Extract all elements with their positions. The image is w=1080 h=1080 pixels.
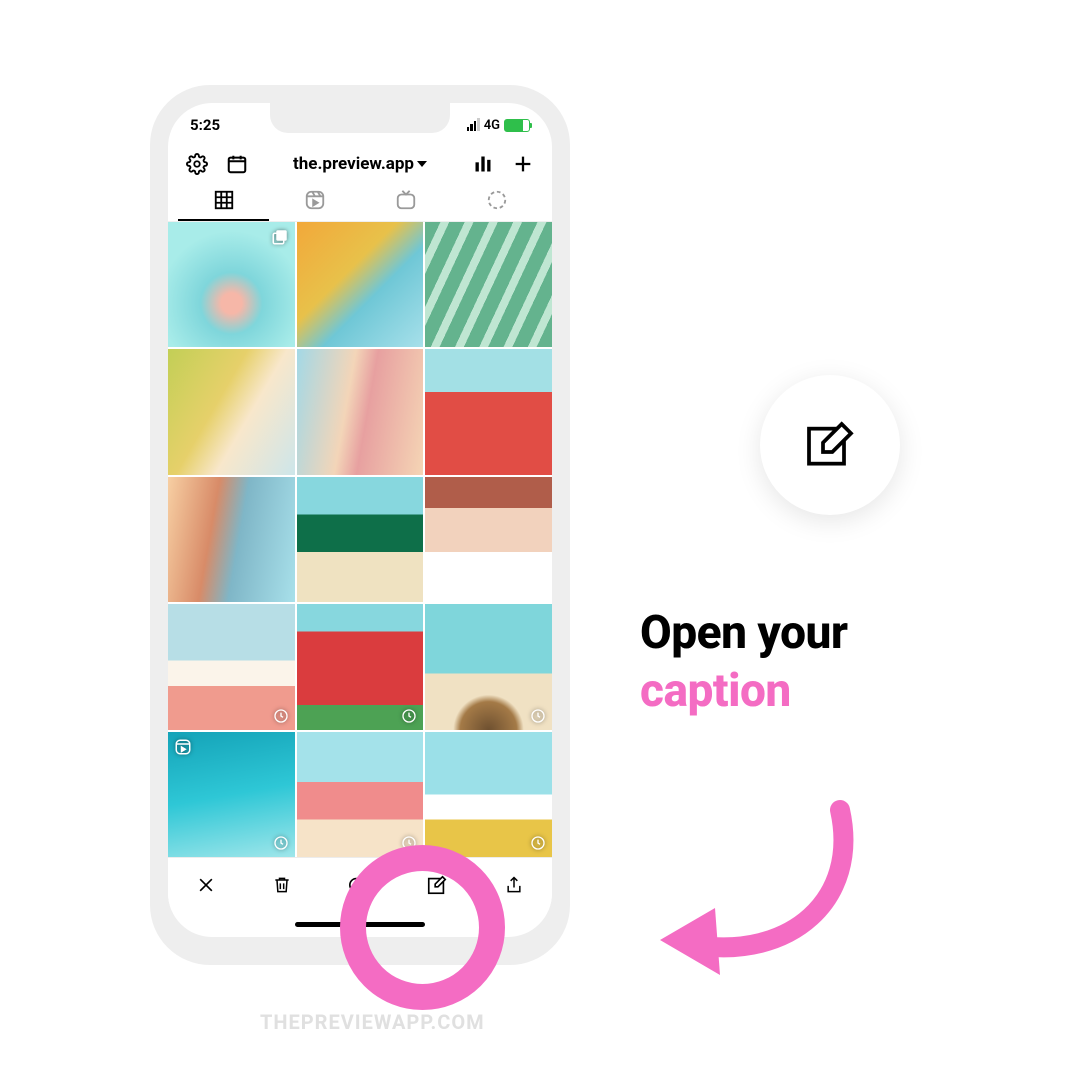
add-icon[interactable]: [512, 153, 534, 175]
grid-cell[interactable]: [425, 604, 552, 729]
app-header: the.preview.app: [168, 147, 552, 185]
grid-cell[interactable]: [168, 349, 295, 474]
network-label: 4G: [484, 118, 500, 133]
bottom-action-bar: [168, 857, 552, 911]
signal-icon: [467, 119, 480, 131]
tab-grid[interactable]: [178, 189, 269, 221]
compose-icon[interactable]: [426, 874, 448, 896]
account-switcher[interactable]: the.preview.app: [293, 154, 427, 174]
photo-grid: [168, 222, 552, 857]
battery-icon: [504, 119, 530, 132]
grid-cell[interactable]: [297, 604, 424, 729]
grid-cell[interactable]: [168, 732, 295, 857]
clock-icon: [530, 835, 546, 851]
settings-icon[interactable]: [186, 153, 208, 175]
clock-icon: [401, 835, 417, 851]
calendar-icon[interactable]: [226, 153, 248, 175]
clock-icon: [530, 708, 546, 724]
grid-cell[interactable]: [297, 477, 424, 602]
grid-cell[interactable]: [297, 222, 424, 347]
grid-cell[interactable]: [168, 222, 295, 347]
grid-cell[interactable]: [297, 732, 424, 857]
close-icon[interactable]: [196, 875, 216, 895]
grid-cell[interactable]: [425, 222, 552, 347]
trash-icon[interactable]: [272, 874, 292, 896]
grid-cell[interactable]: [425, 349, 552, 474]
status-time: 5:25: [190, 116, 220, 134]
grid-cell[interactable]: [425, 477, 552, 602]
tab-stories[interactable]: [451, 189, 542, 221]
analytics-icon[interactable]: [472, 153, 494, 175]
instruction-text: Open your caption: [640, 605, 1020, 720]
share-icon[interactable]: [504, 874, 524, 896]
carousel-icon: [271, 228, 289, 246]
phone-notch: [270, 103, 450, 133]
home-indicator: [168, 911, 552, 937]
instruction-line2: caption: [640, 663, 1020, 721]
compose-icon-bubble: [760, 375, 900, 515]
instruction-line1: Open your: [640, 605, 1020, 663]
account-name: the.preview.app: [293, 154, 414, 174]
reels-badge-icon: [174, 738, 192, 756]
watermark: THEPREVIEWAPP.COM: [260, 1010, 485, 1034]
clock-icon: [273, 708, 289, 724]
chevron-down-icon: [417, 161, 427, 167]
instruction-column: Open your caption: [640, 375, 1020, 720]
phone-screen: 5:25 4G the.preview.app: [168, 103, 552, 937]
filter-icon[interactable]: [348, 874, 370, 896]
tab-igtv[interactable]: [360, 189, 451, 221]
grid-cell[interactable]: [168, 477, 295, 602]
clock-icon: [401, 708, 417, 724]
feed-tabs: [168, 185, 552, 222]
grid-cell[interactable]: [168, 604, 295, 729]
clock-icon: [273, 835, 289, 851]
arrow-annotation: [640, 790, 890, 990]
status-right: 4G: [467, 118, 530, 133]
tab-reels[interactable]: [269, 189, 360, 221]
phone-frame: 5:25 4G the.preview.app: [150, 85, 570, 965]
grid-cell[interactable]: [425, 732, 552, 857]
grid-cell[interactable]: [297, 349, 424, 474]
